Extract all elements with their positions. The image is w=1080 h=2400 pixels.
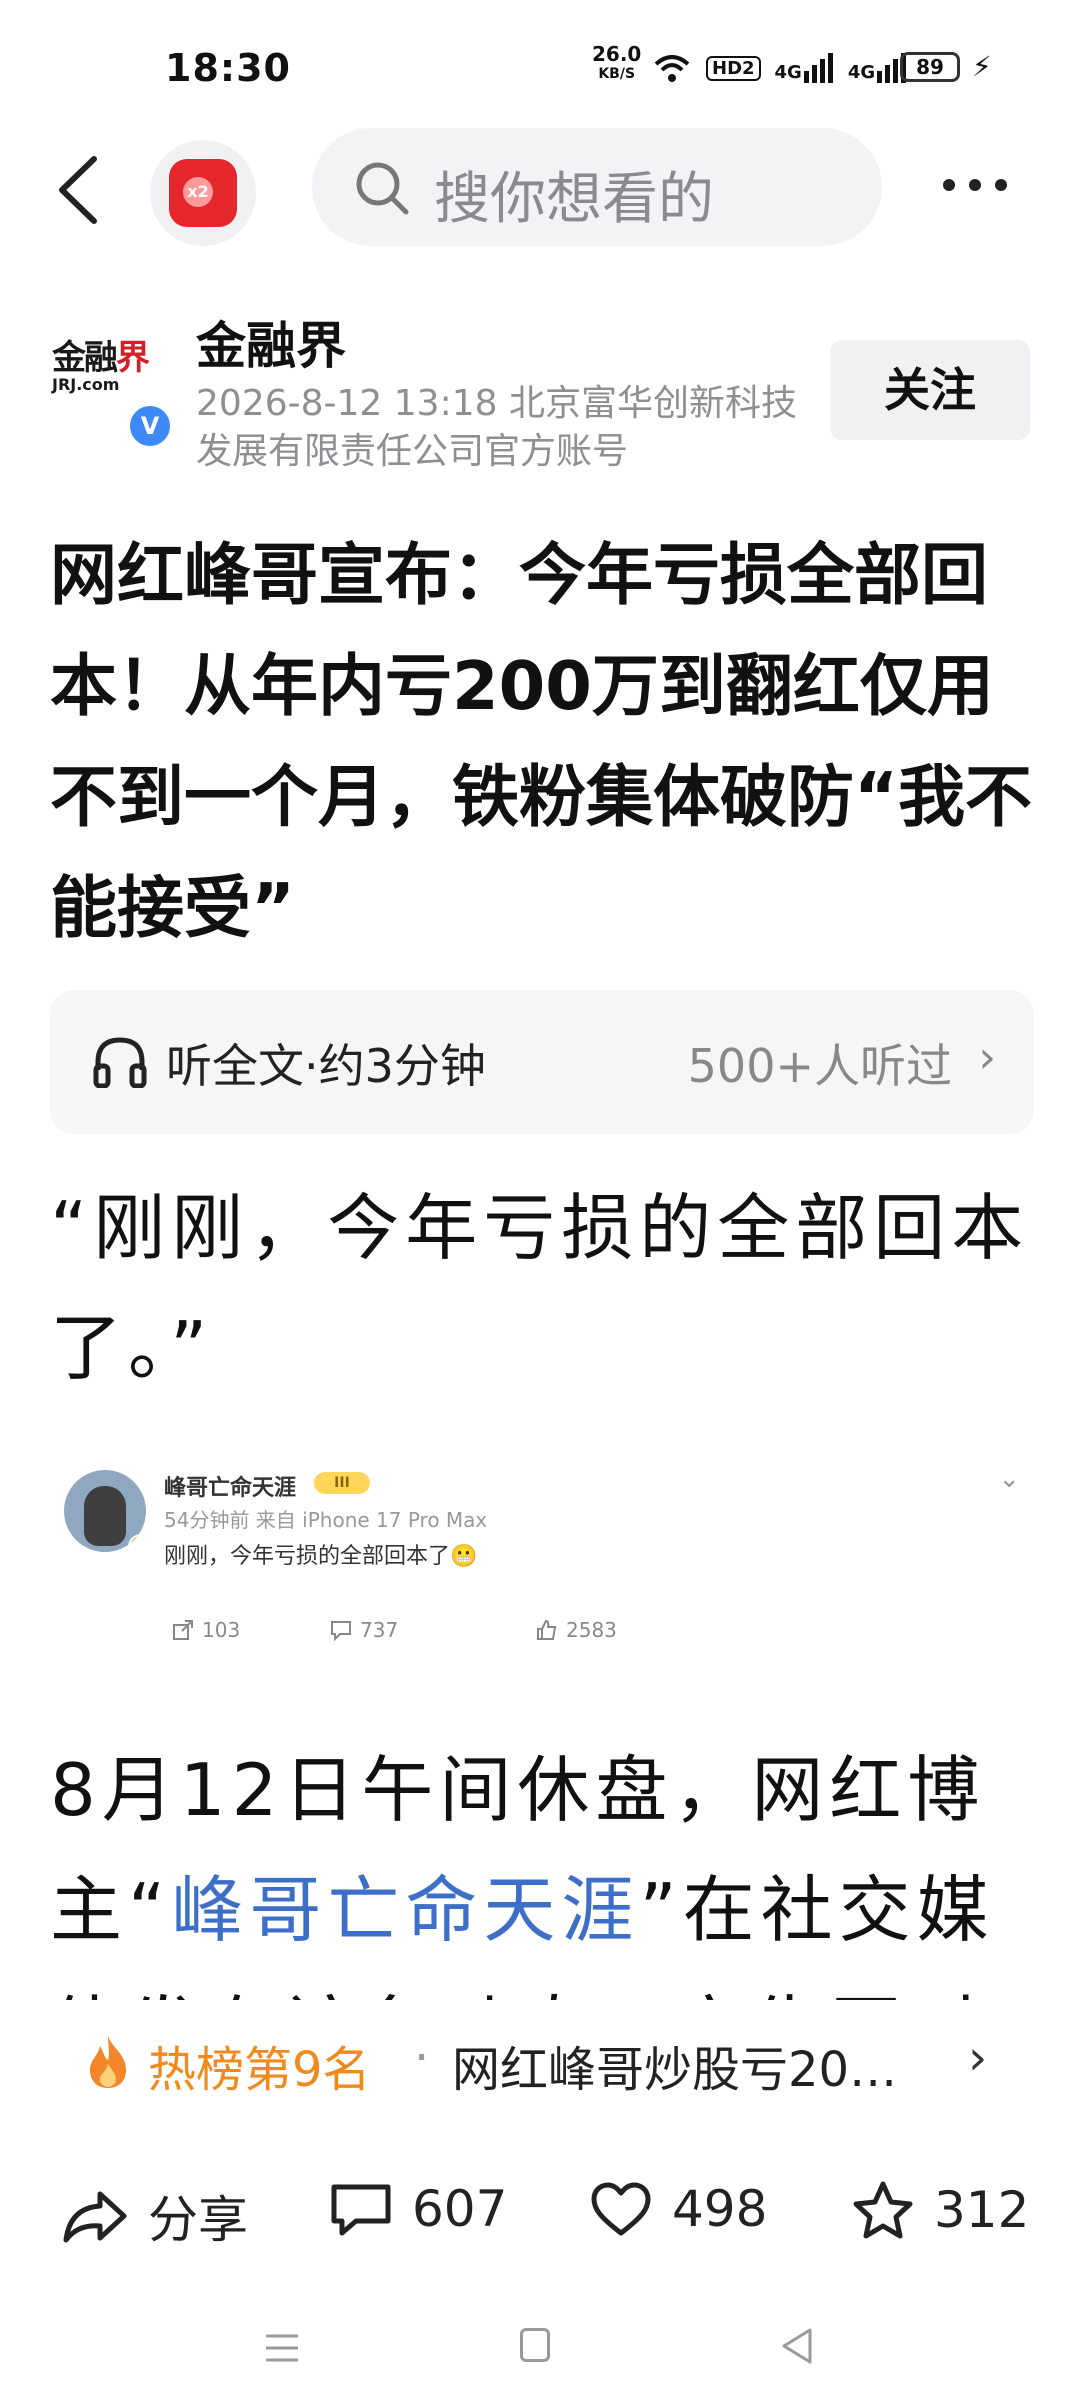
avatar-badge-icon <box>128 1534 146 1552</box>
embed-meta: 54分钟前 来自 iPhone 17 Pro Max <box>164 1508 488 1532</box>
embedded-post-image[interactable]: 峰哥亡命天涯 III 54分钟前 来自 iPhone 17 Pro Max 刚刚… <box>52 1460 1042 1670</box>
repost-icon <box>173 1620 193 1640</box>
star-icon <box>853 2181 913 2239</box>
author-logo[interactable]: 金融界 JRJ.com <box>52 330 164 410</box>
network-speed: 26.0 KB/S <box>592 44 641 84</box>
embed-rank-badge: III <box>314 1472 370 1494</box>
battery-icon: 89 <box>900 52 960 82</box>
search-bar[interactable]: 搜你想看的 <box>312 128 882 246</box>
article-title: 网红峰哥宣布：今年亏损全部回本！从年内亏200万到翻红仅用不到一个月，铁粉集体破… <box>50 536 1033 947</box>
bottom-action-bar: 分享 607 498 312 <box>0 2150 1080 2270</box>
listen-full-text-bar[interactable]: 听全文·约3分钟 500+人听过 › <box>50 990 1034 1134</box>
dot-icon <box>969 179 981 191</box>
status-time: 18:30 <box>165 46 291 90</box>
share-button[interactable]: 分享 <box>62 2180 248 2252</box>
dot-icon <box>995 179 1007 191</box>
hot-rank-label: 热榜第9名 <box>148 2042 371 2098</box>
logo-main-text: 金融界 <box>52 330 164 379</box>
embed-text: 刚刚，今年亏损的全部回本了😬 <box>164 1544 478 1569</box>
signal-1: 4G <box>775 53 834 83</box>
avatar-face <box>84 1486 126 1546</box>
back-arrow-icon <box>59 156 97 224</box>
follow-button[interactable]: 关注 <box>830 340 1030 440</box>
avatar <box>64 1470 146 1552</box>
embed-repost-count: 103 <box>202 1618 241 1642</box>
heart-icon <box>591 2182 651 2236</box>
hot-topic-title: 网红峰哥炒股亏20… <box>452 2042 898 2098</box>
comment-button[interactable]: 607 <box>330 2180 507 2238</box>
signal-2: 4G <box>848 53 907 83</box>
embed-repost: 103 <box>172 1618 240 1642</box>
status-bar: 18:30 26.0 KB/S HD2 4G 4G 89 ⚡ <box>0 0 1080 140</box>
author-meta-line2: 发展有限责任公司官方账号 <box>196 431 629 472</box>
logo-red-char: 界 <box>116 338 150 378</box>
logo-main-label: 金融界 <box>52 338 150 378</box>
author-name[interactable]: 金融界 <box>196 306 346 378</box>
red-packet-icon: x2 <box>169 159 237 227</box>
more-options-button[interactable] <box>930 160 1020 210</box>
embed-comment-count: 737 <box>360 1618 399 1642</box>
embed-like: 2583 <box>536 1618 617 1642</box>
author-mention-link[interactable]: 峰哥亡命天涯 <box>171 1868 639 1952</box>
favorite-count: 312 <box>934 2181 1030 2239</box>
red-packet-button[interactable]: x2 <box>150 140 256 246</box>
listen-count: 500+人听过 <box>687 1039 952 1093</box>
share-label: 分享 <box>148 2191 248 2249</box>
like-button[interactable]: 498 <box>590 2180 767 2238</box>
comment-icon <box>331 1621 351 1641</box>
headphones-icon <box>93 1037 147 1088</box>
comment-icon <box>331 2184 391 2236</box>
thumbs-up-icon <box>537 1619 557 1640</box>
menu-icon[interactable] <box>262 2330 302 2366</box>
like-count: 498 <box>672 2180 768 2238</box>
status-icons: HD2 4G 4G <box>652 48 907 88</box>
signal-2-label: 4G <box>847 62 876 83</box>
dot-icon <box>943 179 955 191</box>
signal-1-label: 4G <box>774 62 802 83</box>
favorite-button[interactable]: 312 <box>852 2180 1029 2240</box>
search-icon <box>356 162 409 215</box>
hd-voice-badge: HD2 <box>706 55 761 81</box>
network-speed-unit: KB/S <box>598 66 636 82</box>
embed-username: 峰哥亡命天涯 <box>164 1476 297 1501</box>
wifi-icon <box>654 55 690 82</box>
author-meta-line1: 2026-8-12 13:18 北京富华创新科技 <box>196 383 797 424</box>
hot-separator: · <box>414 2030 430 2086</box>
comment-count: 607 <box>412 2180 508 2238</box>
chevron-right-icon: › <box>968 2030 988 2086</box>
article-quote: “刚刚，今年亏损的全部回本了。” <box>50 1186 1030 1390</box>
embed-comment: 737 <box>330 1618 398 1642</box>
red-packet-badge: x2 <box>183 177 213 207</box>
fire-icon <box>90 2036 126 2088</box>
network-speed-value: 26.0 <box>592 42 642 66</box>
share-icon <box>63 2191 127 2243</box>
signal-bars-icon <box>803 53 833 83</box>
battery-level: 89 <box>916 55 944 79</box>
hot-rank-bar[interactable]: 热榜第9名 · 网红峰哥炒股亏20… › <box>0 2000 1080 2120</box>
author-meta: 2026-8-12 13:18 北京富华创新科技 发展有限责任公司官方账号 <box>196 380 816 476</box>
home-icon[interactable] <box>520 2328 550 2362</box>
verified-badge-icon: V <box>126 402 174 450</box>
chevron-down-icon: ⌄ <box>998 1464 1020 1494</box>
article-paragraph: 8月12日午间休盘，网红博主“峰哥亡命天涯”在社交媒体发布该条动态，宣告同时数月… <box>50 1730 1050 2000</box>
back-triangle-icon[interactable] <box>778 2326 814 2366</box>
back-button[interactable] <box>50 145 110 235</box>
system-navigation-bar <box>0 2290 1080 2400</box>
embed-like-count: 2583 <box>566 1618 617 1642</box>
chevron-right-icon: › <box>978 1032 996 1083</box>
listen-label: 听全文·约3分钟 <box>166 1039 486 1093</box>
charging-icon: ⚡ <box>972 50 992 83</box>
search-placeholder: 搜你想看的 <box>434 167 714 232</box>
